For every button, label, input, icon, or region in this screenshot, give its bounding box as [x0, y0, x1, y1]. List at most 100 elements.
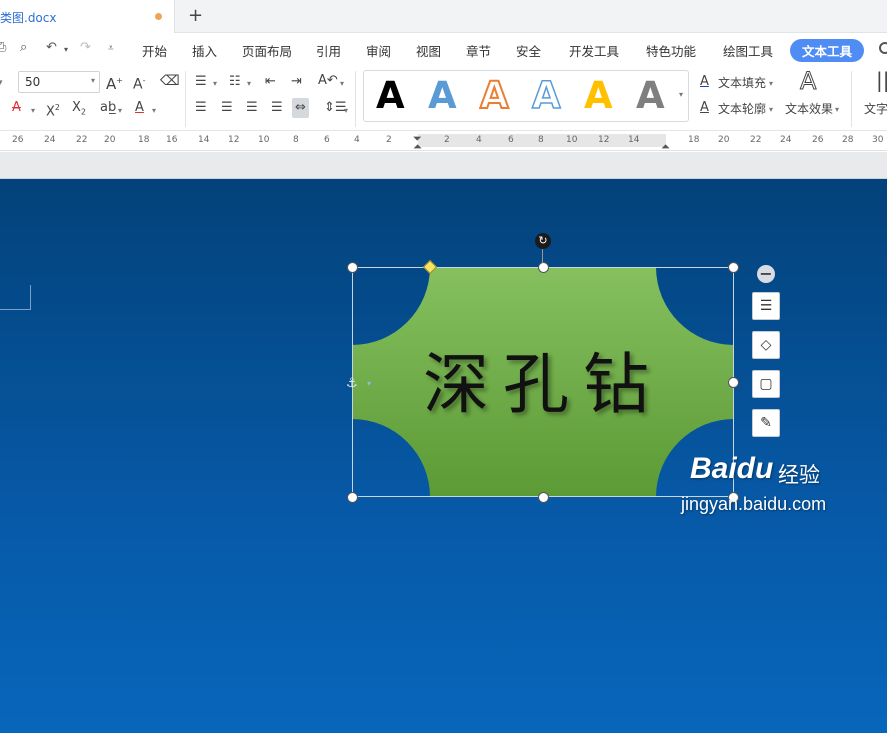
document-tab-title: 类图.docx: [0, 11, 57, 25]
clear-format-icon[interactable]: ⌫: [160, 73, 180, 89]
new-tab-button[interactable]: +: [188, 5, 203, 27]
resize-handle-top-right[interactable]: [728, 262, 739, 273]
redo-icon[interactable]: ↷: [80, 40, 91, 55]
distributed-align-icon[interactable]: ⇔: [292, 98, 309, 118]
resize-handle-top[interactable]: [538, 262, 549, 273]
ruler-number: 22: [750, 135, 762, 145]
bullet-list-dropdown-icon[interactable]: ▾: [213, 76, 217, 92]
wrap-text-icon[interactable]: ☰: [752, 292, 780, 320]
decrease-indent-icon[interactable]: ⇤: [265, 74, 276, 90]
anchor-icon[interactable]: ⚓: [346, 376, 358, 391]
baidu-jingyan-label: 经验: [778, 463, 820, 487]
text-fill-button[interactable]: 文本填充: [718, 75, 766, 91]
menu-references[interactable]: 引用: [316, 41, 341, 60]
ribbon-separator: [185, 71, 186, 127]
text-outline-dropdown-icon[interactable]: ▾: [769, 102, 773, 118]
grow-font-icon[interactable]: A+: [106, 73, 123, 92]
ruler-number: 12: [598, 135, 610, 145]
justify-icon[interactable]: ☰: [271, 100, 283, 116]
page-gap: [0, 152, 887, 179]
gallery-more-icon[interactable]: ▾: [679, 90, 683, 99]
undo-dropdown-icon[interactable]: ▾: [64, 45, 68, 54]
bullet-list-icon[interactable]: ☰: [195, 74, 207, 90]
text-effect-button[interactable]: 文本效果: [785, 101, 833, 117]
align-right-icon[interactable]: ☰: [246, 100, 258, 116]
text-outline-icon: A: [700, 100, 709, 115]
text-style-blue-outline[interactable]: A: [531, 74, 561, 118]
fill-icon[interactable]: ◇: [752, 331, 780, 359]
text-box-icon: ||: [876, 68, 887, 92]
print-preview-icon[interactable]: ⌕: [20, 40, 27, 55]
numbered-list-dropdown-icon[interactable]: ▾: [247, 76, 251, 92]
char-shading-dropdown-icon[interactable]: ▾: [118, 103, 122, 119]
rotate-icon[interactable]: ↻: [535, 233, 551, 249]
text-direction-dropdown-icon[interactable]: ▾: [340, 76, 344, 92]
menu-developer-tools[interactable]: 开发工具: [569, 41, 619, 60]
menu-page-layout[interactable]: 页面布局: [242, 41, 292, 60]
ruler-number: 24: [44, 135, 56, 145]
menu-view[interactable]: 视图: [416, 41, 441, 60]
anchor-dropdown-icon[interactable]: ▾: [367, 379, 371, 388]
collapse-icon[interactable]: −: [757, 265, 775, 283]
text-style-gold[interactable]: A: [584, 75, 613, 117]
strikethrough-dropdown-icon[interactable]: ▾: [31, 103, 35, 119]
text-style-blue[interactable]: A: [428, 75, 457, 117]
text-effect-dropdown-icon[interactable]: ▾: [835, 102, 839, 118]
document-tab[interactable]: 类图.docx: [0, 0, 175, 33]
horizontal-ruler[interactable]: 26 24 22 20 18 16 14 12 10 8 6 4 2 2 4 6…: [0, 131, 887, 153]
font-name-dropdown-icon[interactable]: ▾: [0, 75, 3, 91]
ruler-number: 12: [228, 135, 240, 145]
menu-special-features[interactable]: 特色功能: [646, 41, 696, 60]
ruler-number: 14: [198, 135, 210, 145]
text-style-black[interactable]: A: [376, 75, 405, 117]
resize-handle-bottom-left[interactable]: [347, 492, 358, 503]
text-fill-icon: A: [700, 74, 709, 89]
superscript-icon[interactable]: X2: [46, 100, 60, 120]
ruler-number: 10: [566, 135, 578, 145]
resize-handle-top-left[interactable]: [347, 262, 358, 273]
text-fill-dropdown-icon[interactable]: ▾: [769, 76, 773, 92]
numbered-list-icon[interactable]: ☷: [229, 74, 241, 90]
text-outline-button[interactable]: 文本轮廓: [718, 101, 766, 117]
text-box-button[interactable]: 文字: [864, 101, 887, 117]
char-shading-icon[interactable]: ab̲: [100, 100, 116, 116]
rotate-connector: [542, 248, 543, 263]
menu-home[interactable]: 开始: [142, 41, 167, 60]
ruler-number: 14: [628, 135, 640, 145]
tab-bar: 类图.docx +: [0, 0, 887, 33]
font-color-dropdown-icon[interactable]: ▾: [152, 103, 156, 119]
text-style-orange-outline[interactable]: A: [479, 74, 510, 118]
ruler-number: 16: [166, 135, 178, 145]
search-icon[interactable]: [879, 42, 887, 54]
menu-review[interactable]: 审阅: [366, 41, 391, 60]
align-center-icon[interactable]: ☰: [221, 100, 233, 116]
ruler-number: 24: [780, 135, 792, 145]
line-spacing-dropdown-icon[interactable]: ▾: [344, 103, 348, 119]
font-color-icon[interactable]: A: [135, 100, 144, 116]
unsaved-dot-icon: [155, 13, 162, 20]
menu-chapter[interactable]: 章节: [466, 41, 491, 60]
undo-icon[interactable]: ↶: [46, 40, 57, 55]
menu-insert[interactable]: 插入: [192, 41, 217, 60]
resize-handle-bottom[interactable]: [538, 492, 549, 503]
ruler-number: 4: [476, 135, 482, 145]
baidu-jingyan-url: jingyan.baidu.com: [681, 494, 827, 514]
brush-icon[interactable]: ✎: [752, 409, 780, 437]
quick-access-more-icon[interactable]: ⩡: [108, 43, 114, 54]
menu-security[interactable]: 安全: [516, 41, 541, 60]
menu-drawing-tools[interactable]: 绘图工具: [723, 41, 773, 60]
increase-indent-icon[interactable]: ⇥: [291, 74, 302, 90]
outline-icon[interactable]: ▢: [752, 370, 780, 398]
ruler-number: 6: [508, 135, 514, 145]
text-style-gray[interactable]: A: [636, 75, 665, 117]
ruler-number: 4: [354, 135, 360, 145]
subscript-icon[interactable]: X2: [72, 100, 86, 121]
shrink-font-icon[interactable]: A-: [133, 73, 145, 93]
print-icon[interactable]: ⎙: [0, 40, 6, 55]
align-left-icon[interactable]: ☰: [195, 100, 207, 116]
menu-text-tools[interactable]: 文本工具: [790, 39, 865, 62]
font-size-select[interactable]: 50 ▾: [18, 71, 100, 93]
resize-handle-right[interactable]: [728, 377, 739, 388]
text-direction-icon[interactable]: A↶: [318, 73, 338, 89]
strikethrough-icon[interactable]: A: [12, 100, 21, 116]
